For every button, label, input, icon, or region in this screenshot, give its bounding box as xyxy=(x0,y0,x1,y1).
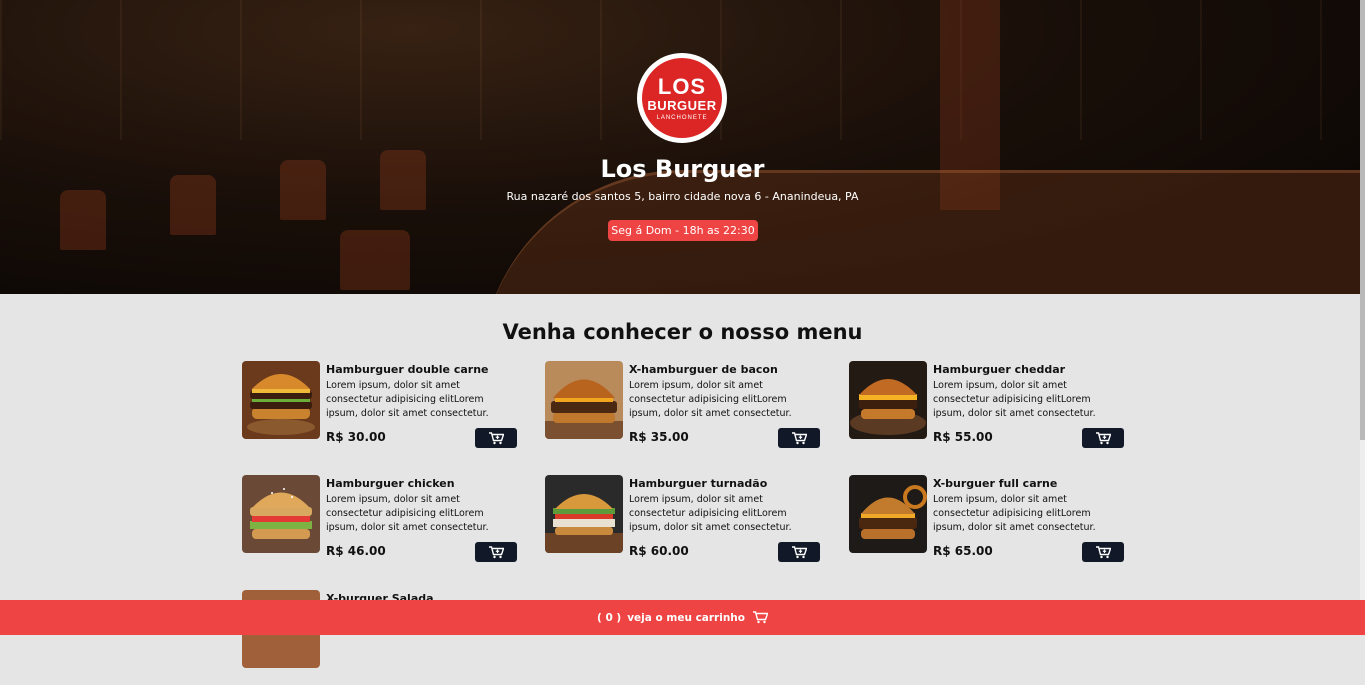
burger-image xyxy=(849,475,927,553)
menu-item: X-hamburguer de bacon Lorem ipsum, dolor… xyxy=(545,361,821,456)
menu-item-description: Lorem ipsum, dolor sit amet consectetur … xyxy=(326,380,489,419)
menu-item-price: R$ 60.00 xyxy=(629,544,689,558)
hero-content: LOS BURGUER LANCHONETE Los Burguer Rua n… xyxy=(0,0,1365,294)
restaurant-name: Los Burguer xyxy=(600,155,765,183)
add-to-cart-button[interactable] xyxy=(778,428,820,448)
add-to-cart-button[interactable] xyxy=(475,542,517,562)
menu-item-price: R$ 35.00 xyxy=(629,430,689,444)
menu-item-name: X-hamburguer de bacon xyxy=(629,363,778,376)
menu-item: X-burguer full carne Lorem ipsum, dolor … xyxy=(849,475,1125,570)
menu-item-name: Hamburguer turnadão xyxy=(629,477,768,490)
burger-image xyxy=(242,361,320,439)
burger-image xyxy=(545,475,623,553)
menu-item-name: X-burguer full carne xyxy=(933,477,1058,490)
cart-plus-icon xyxy=(791,431,807,444)
cart-count: ( 0 ) xyxy=(596,611,622,624)
view-cart-bar[interactable]: ( 0 ) veja o meu carrinho xyxy=(0,600,1365,635)
menu-item-name: Hamburguer double carne xyxy=(326,363,489,376)
add-to-cart-button[interactable] xyxy=(1082,542,1124,562)
menu-item-name: Hamburguer chicken xyxy=(326,477,455,490)
cart-icon xyxy=(753,611,768,624)
menu-item-price: R$ 46.00 xyxy=(326,544,386,558)
logo-text-burguer: BURGUER xyxy=(647,97,717,113)
view-cart-label: veja o meu carrinho xyxy=(627,611,745,624)
opening-hours-badge: Seg á Dom - 18h as 22:30 xyxy=(608,220,758,241)
menu-title: Venha conhecer o nosso menu xyxy=(502,320,863,344)
burger-image xyxy=(242,475,320,553)
page-scrollbar[interactable] xyxy=(1360,0,1365,635)
cart-plus-icon xyxy=(791,545,807,558)
logo: LOS BURGUER LANCHONETE xyxy=(637,53,727,143)
menu-item-price: R$ 30.00 xyxy=(326,430,386,444)
logo-badge: LOS BURGUER LANCHONETE xyxy=(642,58,722,138)
cart-plus-icon xyxy=(488,545,504,558)
restaurant-address: Rua nazaré dos santos 5, bairro cidade n… xyxy=(506,190,859,203)
menu-item: Hamburguer cheddar Lorem ipsum, dolor si… xyxy=(849,361,1125,456)
menu-item-description: Lorem ipsum, dolor sit amet consectetur … xyxy=(629,380,792,419)
add-to-cart-button[interactable] xyxy=(475,428,517,448)
menu-item-price: R$ 55.00 xyxy=(933,430,993,444)
menu-item-description: Lorem ipsum, dolor sit amet consectetur … xyxy=(933,494,1096,533)
menu-item-description: Lorem ipsum, dolor sit amet consectetur … xyxy=(629,494,792,533)
logo-text-lanchonete: LANCHONETE xyxy=(656,114,708,121)
scrollbar-thumb[interactable] xyxy=(1360,0,1365,440)
cart-plus-icon xyxy=(488,431,504,444)
logo-text-los: LOS xyxy=(657,73,707,99)
menu-item: Hamburguer turnadão Lorem ipsum, dolor s… xyxy=(545,475,821,570)
menu-item: Hamburguer chicken Lorem ipsum, dolor si… xyxy=(242,475,518,570)
menu-item-name: Hamburguer cheddar xyxy=(933,363,1066,376)
burger-image xyxy=(545,361,623,439)
menu-item-price: R$ 65.00 xyxy=(933,544,993,558)
menu-item-description: Lorem ipsum, dolor sit amet consectetur … xyxy=(326,494,489,533)
menu-item-description: Lorem ipsum, dolor sit amet consectetur … xyxy=(933,380,1096,419)
cart-plus-icon xyxy=(1095,431,1111,444)
cart-plus-icon xyxy=(1095,545,1111,558)
hero-banner: LOS BURGUER LANCHONETE Los Burguer Rua n… xyxy=(0,0,1365,294)
menu-item: Hamburguer double carne Lorem ipsum, dol… xyxy=(242,361,518,456)
add-to-cart-button[interactable] xyxy=(778,542,820,562)
burger-image xyxy=(849,361,927,439)
add-to-cart-button[interactable] xyxy=(1082,428,1124,448)
